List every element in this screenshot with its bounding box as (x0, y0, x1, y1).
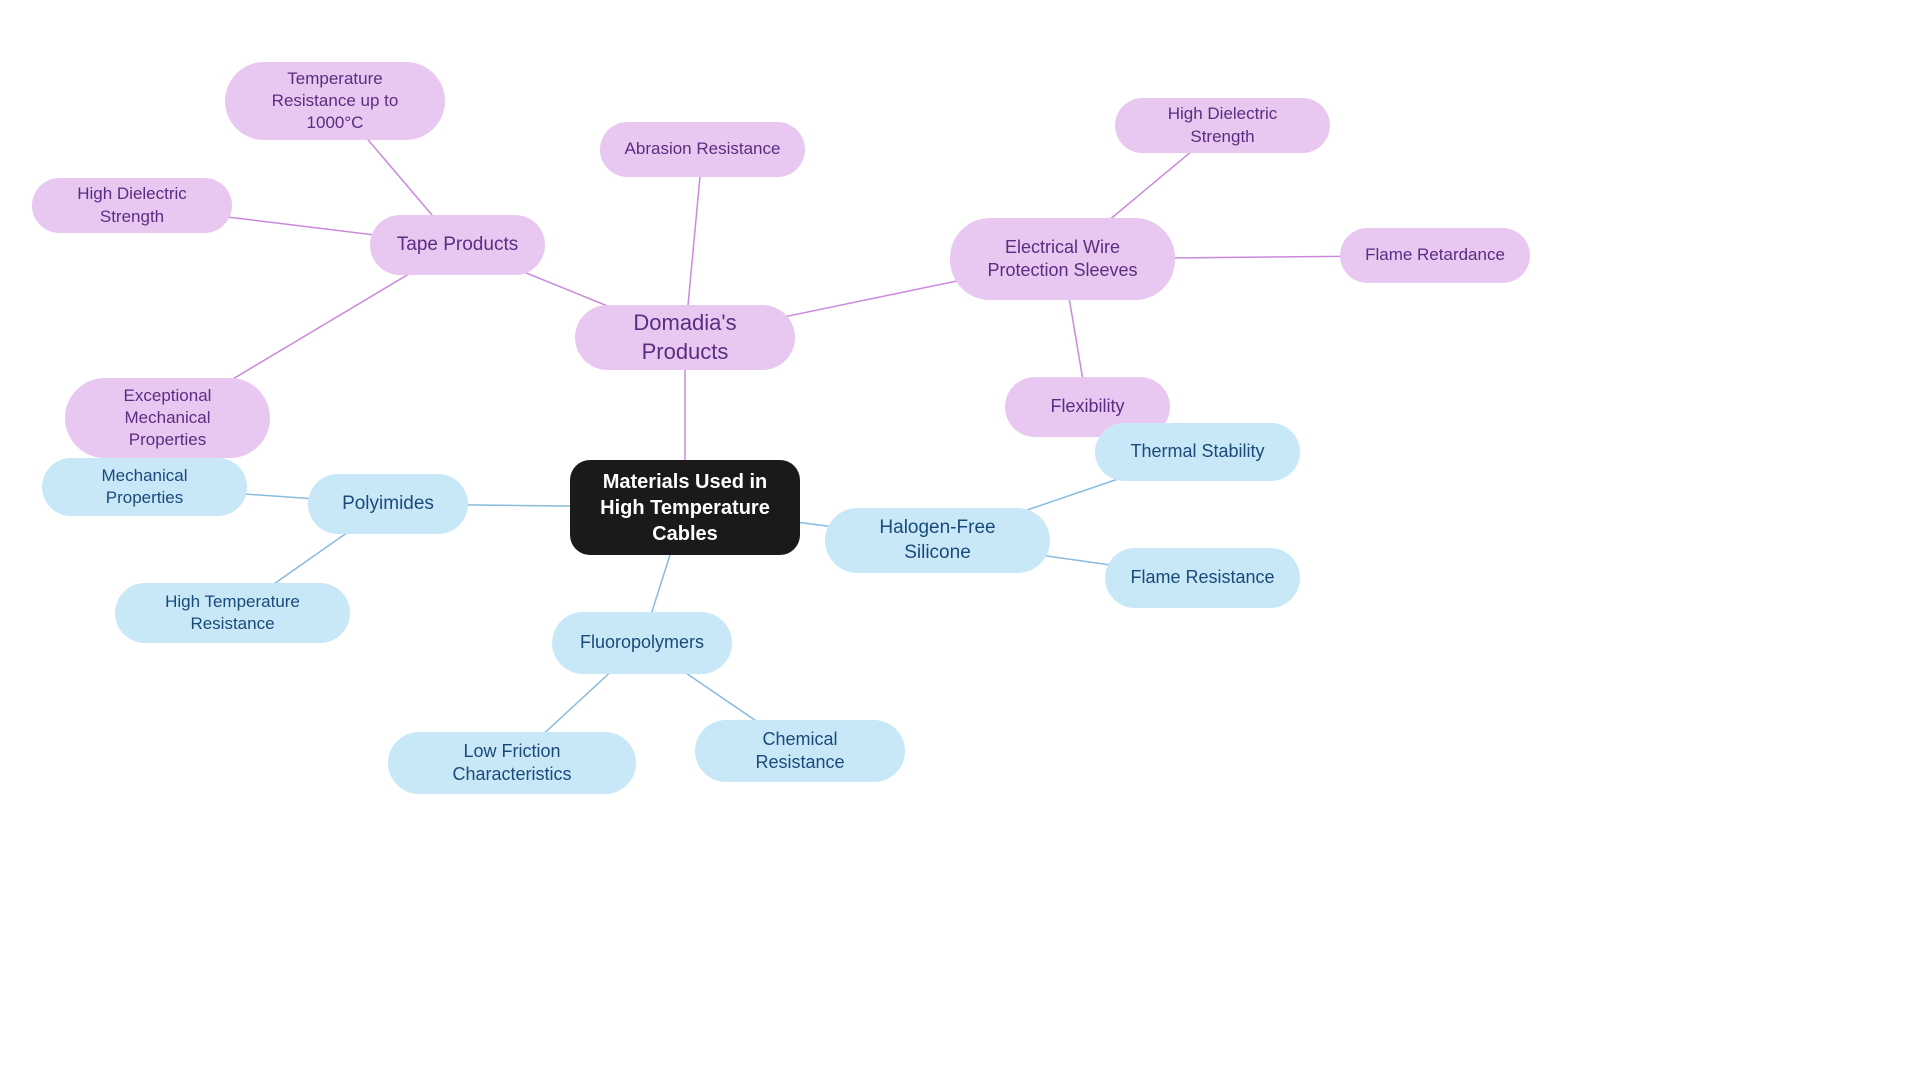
halogen-silicone-node: Halogen-Free Silicone (825, 508, 1050, 573)
fluoropolymers-label: Fluoropolymers (580, 631, 704, 654)
flame-retardance-node: Flame Retardance (1340, 228, 1530, 283)
mech-props-node: Mechanical Properties (42, 458, 247, 516)
tape-label: Tape Products (397, 233, 518, 258)
high-dielectric-tape-label: High Dielectric Strength (54, 183, 210, 227)
low-friction-label: Low Friction Characteristics (410, 740, 614, 787)
temp-resistance-label: Temperature Resistance up to 1000°C (247, 68, 423, 134)
electrical-wire-label: Electrical Wire Protection Sleeves (972, 236, 1153, 283)
exceptional-mech-label: Exceptional Mechanical Properties (87, 385, 248, 451)
tape-products-node: Tape Products (370, 215, 545, 275)
flame-retardance-label: Flame Retardance (1365, 244, 1505, 266)
domadia-node: Domadia's Products (575, 305, 795, 370)
abrasion-label: Abrasion Resistance (625, 138, 781, 160)
mech-props-label: Mechanical Properties (64, 465, 225, 509)
thermal-stability-label: Thermal Stability (1130, 440, 1264, 463)
flame-resistance-label: Flame Resistance (1130, 566, 1274, 589)
high-dielectric-wire-node: High Dielectric Strength (1115, 98, 1330, 153)
electrical-wire-node: Electrical Wire Protection Sleeves (950, 218, 1175, 300)
high-temp-resistance-label: High Temperature Resistance (137, 591, 328, 635)
chemical-resistance-node: Chemical Resistance (695, 720, 905, 782)
center-label: Materials Used in High Temperature Cable… (600, 469, 770, 547)
high-temp-resistance-node: High Temperature Resistance (115, 583, 350, 643)
chemical-resistance-label: Chemical Resistance (717, 728, 883, 775)
exceptional-mech-node: Exceptional Mechanical Properties (65, 378, 270, 458)
high-dielectric-tape-node: High Dielectric Strength (32, 178, 232, 233)
temp-resistance-node: Temperature Resistance up to 1000°C (225, 62, 445, 140)
domadia-label: Domadia's Products (597, 309, 773, 366)
thermal-stability-node: Thermal Stability (1095, 423, 1300, 481)
flame-resistance-node: Flame Resistance (1105, 548, 1300, 608)
center-node: Materials Used in High Temperature Cable… (570, 460, 800, 555)
polyimides-node: Polyimides (308, 474, 468, 534)
abrasion-node: Abrasion Resistance (600, 122, 805, 177)
fluoropolymers-node: Fluoropolymers (552, 612, 732, 674)
flexibility-label: Flexibility (1050, 395, 1124, 418)
polyimides-label: Polyimides (342, 492, 434, 517)
high-dielectric-wire-label: High Dielectric Strength (1137, 103, 1308, 147)
low-friction-node: Low Friction Characteristics (388, 732, 636, 794)
halogen-silicone-label: Halogen-Free Silicone (847, 516, 1028, 565)
